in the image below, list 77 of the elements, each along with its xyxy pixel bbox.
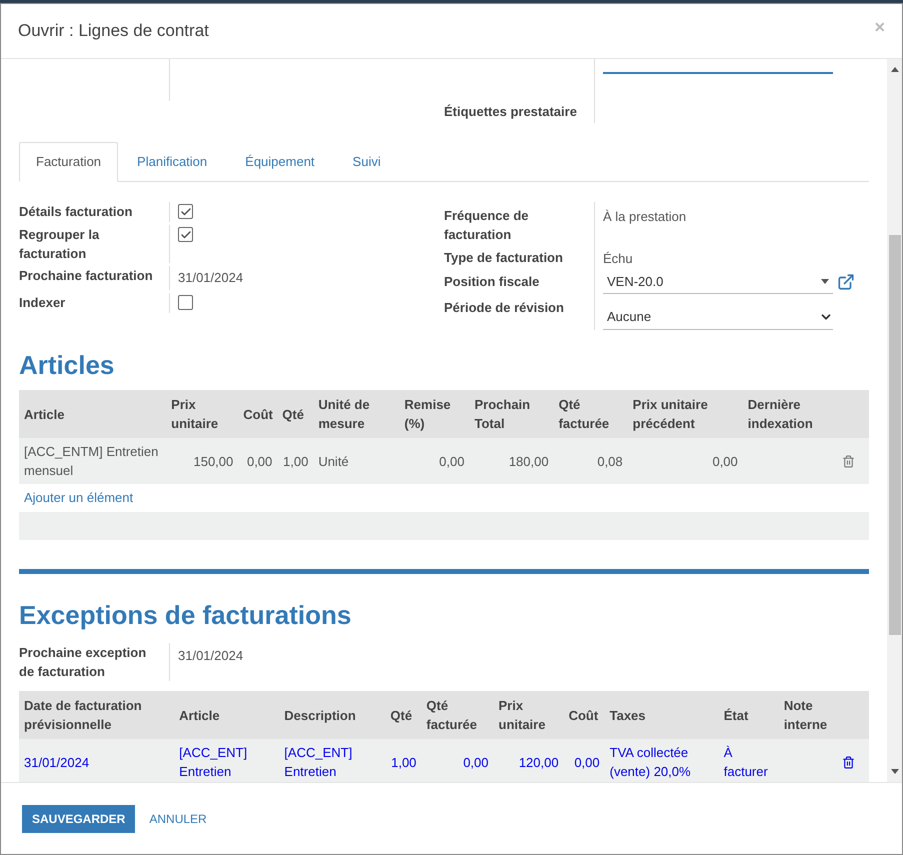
table-cell: 0,00 [246,454,272,468]
scrollbar-thumb[interactable] [888,235,900,635]
table-cell: 0,00 [574,754,600,770]
section-heading: Articles [19,349,116,382]
column-header[interactable]: Dernière indexation [742,390,842,438]
scroll-up-icon[interactable] [890,67,898,72]
column-header[interactable]: Article [19,390,166,438]
field-value: À la prestation [603,208,688,226]
column-header[interactable]: Prochain Total [469,390,554,438]
tab[interactable]: Planification [118,142,226,181]
table-cell: 180,00 [508,454,549,468]
section-heading: Exceptions de facturations [19,599,352,632]
table-cell: 0,00 [439,454,464,468]
column-header[interactable]: Date de facturation prévisionnelle [19,691,174,739]
table-cell: [ACC_ENTM] Entretien mensuel [24,444,158,478]
column-header[interactable]: Qté facturée [554,390,628,438]
column-header[interactable]: Qté [277,390,314,438]
column-header[interactable]: Description [279,691,386,739]
tab[interactable]: Suivi [334,142,400,181]
column-header[interactable]: Qté facturée [421,691,494,739]
table-cell: 150,00 [193,454,234,468]
field-label: Regrouper la facturation [19,226,100,263]
column-header[interactable]: État [718,691,779,739]
delete-icon[interactable] [842,756,855,768]
table-cell: 120,00 [518,754,559,770]
field-label: Prochaine exception de facturation [19,644,148,681]
column-header[interactable]: Prix unitaire [166,390,238,438]
tab[interactable]: Équipement [226,142,334,181]
field-value: 31/01/2024 [178,270,244,285]
select-field[interactable]: Aucune [603,304,833,330]
caret-icon [821,279,829,284]
table-cell: [ACC_ENT] Entretien [179,745,248,779]
select-field[interactable]: VEN-20.0 [603,270,833,294]
external-link-icon[interactable] [837,273,855,291]
checkbox[interactable] [178,204,193,219]
scroll-down-icon[interactable] [890,769,898,774]
field-label: Période de révision [444,299,565,317]
table-cell: 1,00 [283,454,308,468]
field-label: Prochaine facturation [19,267,154,285]
checkbox[interactable] [178,227,193,242]
dialog-title: Ouvrir : Lignes de contrat [18,20,209,42]
column-header[interactable]: Coût [564,691,605,739]
table-cell: Unité [318,454,349,468]
column-header[interactable]: Note interne [778,691,842,739]
check-icon [180,206,192,218]
field-label: Fréquence de facturation [444,207,530,244]
table-cell: À facturer [724,745,768,779]
table-cell: 0,00 [463,754,488,770]
column-header[interactable]: Remise (%) [399,390,470,438]
cancel-button[interactable]: ANNULER [149,810,207,828]
table-cell: TVA collectée (vente) 20,0% [610,745,691,779]
table-cell: 31/01/2024 [24,754,90,770]
table-cell: 0,08 [597,454,623,468]
field-label: Type de facturation [444,249,564,267]
column-header[interactable]: Taxes [604,691,719,739]
save-button[interactable]: SAUVEGARDER [22,804,136,832]
add-line-link[interactable]: Ajouter un élément [24,490,134,506]
column-header[interactable]: Qté [385,691,422,739]
table-cell: 1,00 [391,754,416,770]
field-label: Étiquettes prestataire [444,103,578,121]
table-cell: [ACC_ENT] Entretien [284,745,352,779]
field-value: Échu [603,250,634,268]
column-header[interactable]: Prix unitaire précédent [628,390,743,438]
column-header[interactable]: Unité de mesure [313,390,400,438]
column-header[interactable]: Prix unitaire [494,691,564,739]
column-header[interactable]: Coût [238,390,278,438]
tab[interactable]: Facturation [19,142,118,182]
check-icon [180,228,192,240]
field-label: Détails facturation [19,203,134,221]
checkbox[interactable] [178,295,193,310]
field-value: 31/01/2024 [178,647,244,665]
column-header[interactable]: Article [174,691,280,739]
delete-icon[interactable] [842,454,855,468]
table-cell: 0,00 [712,454,738,468]
field-label: Position fiscale [444,273,540,291]
scrollbar[interactable] [887,59,902,782]
field-label: Indexer [19,294,66,312]
